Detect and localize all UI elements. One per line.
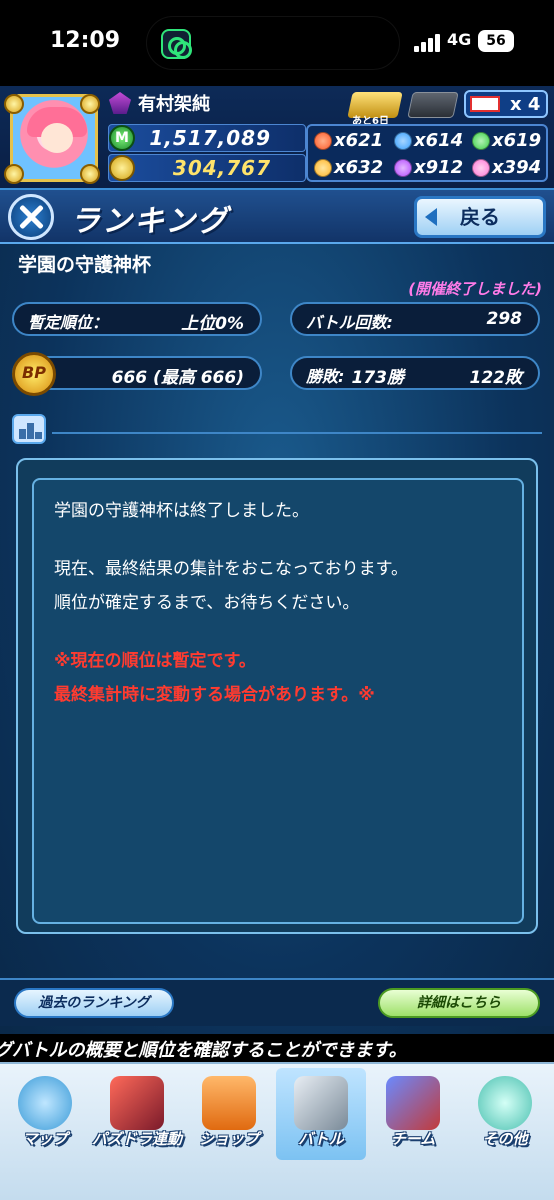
team-icon [386,1076,440,1130]
record-pill: 勝敗: 173勝 122敗 [290,356,540,390]
bp-icon: BP [12,352,56,396]
fire-orb-icon [314,132,332,150]
battle-count-value: 298 [486,309,523,329]
coin-value: 304,767 [172,156,271,180]
warning-line: 最終集計時に変動する場合があります。※ [54,685,375,705]
tab-label: ショップ [198,1130,259,1148]
link-app-icon [161,29,192,59]
tab-bar: マップ パズドラ連動 ショップ バトル チーム その他 [0,1062,554,1200]
back-button-label: 戻る [460,205,500,229]
message-box[interactable]: 学園の守護神杯は終了しました。 現在、最終結果の集計をおこなっております。 順位… [32,478,524,924]
orb-count: x619 [492,130,542,151]
money-row: M 1,517,089 [108,124,306,152]
bp-pill: BP 666 (最高 666) [12,352,262,396]
back-arrow-icon [425,208,437,226]
orb-count: x632 [334,157,384,178]
money-value: 1,517,089 [149,126,271,150]
signal-icon [414,34,440,52]
coin-icon [109,155,135,181]
details-button[interactable]: 詳細はこちら [378,988,540,1018]
provisional-rank-label: 暫定順位： [28,313,109,332]
light-orb-icon [314,159,332,177]
battery-icon: 56 [478,30,514,52]
message-line: 現在、最終結果の集計をおこなっております。 [54,559,408,579]
ticket-counter[interactable]: x 4 [464,90,548,118]
tab-label: チーム [390,1130,436,1148]
news-ticker: グバトルの概要と順位を確認することができます。 [0,1034,554,1062]
ticket-count: x 4 [510,94,541,115]
page-title: ランキング [70,204,230,239]
question-icon [478,1076,532,1130]
network-type: 4G [447,30,472,49]
tab-shop[interactable]: ショップ [184,1068,274,1160]
avatar-face [41,123,73,153]
ranking-content: 学園の守護神杯 (開催終了しました) 暫定順位： 上位0% バトル回数: 298… [0,244,554,1062]
crossed-swords-icon [8,194,54,240]
tab-team[interactable]: チーム [368,1068,458,1160]
player-name: 有村架純 [138,94,210,115]
dynamic-island[interactable] [146,16,400,70]
title-bar: ランキング 戻る [0,190,554,244]
rank-emblem-icon [109,92,131,114]
map-icon [18,1076,72,1130]
orb-fire: x621 [312,128,392,154]
message-panel: 学園の守護神杯は終了しました。 現在、最終結果の集計をおこなっております。 順位… [16,458,538,934]
water-orb-icon [394,132,412,150]
wood-orb-icon [472,132,490,150]
tab-label: マップ [22,1130,68,1148]
orb-count: x394 [492,157,542,178]
orb-heart: x394 [470,155,550,181]
tab-battle[interactable]: バトル [276,1068,366,1160]
record-label: 勝敗: [306,367,345,386]
warning-line: ※現在の順位は暫定です。 [54,651,256,671]
coin-row: 304,767 [108,154,306,182]
provisional-rank-pill: 暫定順位： 上位0% [12,302,262,336]
player-header: 有村架純 あと6日 x 4 M 1,517,089 304,767 x621 x… [0,86,554,190]
tab-other[interactable]: その他 [460,1068,550,1160]
star-icon [80,94,100,114]
orb-count: x912 [414,157,464,178]
star-icon [4,94,24,114]
tab-label: バトル [298,1130,344,1148]
tab-map[interactable]: マップ [0,1068,90,1160]
bp-value: 666 (最高 666) [111,368,244,388]
ticker-text: グバトルの概要と順位を確認することができます。 [0,1040,407,1061]
event-status: (開催終了しました) [408,280,542,298]
back-button[interactable]: 戻る [414,196,546,238]
battle-count-label: バトル回数: [306,313,393,332]
heart-orb-icon [472,159,490,177]
silver-ticket-icon[interactable] [407,92,459,118]
status-time: 12:09 [50,28,121,53]
dragon-icon [110,1076,164,1130]
orb-wood: x619 [470,128,550,154]
money-icon: M [109,125,135,151]
shopping-bag-icon [202,1076,256,1130]
star-icon [80,164,100,184]
divider [52,432,542,434]
tab-label: その他 [482,1130,528,1148]
message-line: 順位が確定するまで、お待ちください。 [54,593,360,613]
orb-inventory[interactable]: x621 x614 x619 x632 x912 x394 [306,124,548,182]
event-title: 学園の守護神杯 [18,254,152,276]
record-wins: 173勝 [351,368,405,388]
star-icon [4,164,24,184]
message-line: 学園の守護神杯は終了しました。 [54,501,309,521]
status-bar: 12:09 4G 56 [0,0,554,86]
battle-count-pill: バトル回数: 298 [290,302,540,336]
tab-label: パズドラ連動 [92,1130,183,1148]
orb-water: x614 [392,128,472,154]
ticket-icon [470,96,500,112]
orb-count: x621 [334,130,384,151]
dark-orb-icon [394,159,412,177]
leaderboard-icon [12,414,46,444]
past-ranking-button[interactable]: 過去のランキング [14,988,174,1018]
provisional-rank-value: 上位0% [181,314,244,334]
tab-pazudora[interactable]: パズドラ連動 [92,1068,182,1160]
orb-count: x614 [414,130,464,151]
crossed-swords-icon [294,1076,348,1130]
orb-light: x632 [312,155,392,181]
record-losses: 122敗 [469,368,523,388]
orb-dark: x912 [392,155,472,181]
